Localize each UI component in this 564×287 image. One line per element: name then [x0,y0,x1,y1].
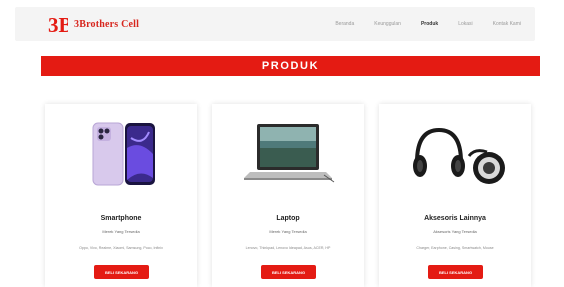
product-card-smartphone: Smartphone Merek Yang Tersedia Oppo, Viv… [45,104,197,287]
product-brands: Lenovo, Thinkpad, Lenovo Ideapad, Asus, … [245,246,331,250]
nav-link-beranda[interactable]: Beranda [335,21,354,27]
laptop-icon [212,118,364,190]
product-card-laptop: Laptop Merek Yang Tersedia Lenovo, Think… [212,104,364,287]
nav-links: Beranda Keunggulan Produk Lokasi Kontak … [315,7,521,41]
buy-now-button[interactable]: BELI SEKARANG [428,265,483,279]
product-subtitle: Aksesoris Yang Tersedia [433,229,477,234]
buy-now-button[interactable]: BELI SEKARANG [261,265,316,279]
product-title: Smartphone [100,215,142,222]
brand-logo: 3B [48,13,73,37]
svg-text:3B: 3B [48,13,68,35]
section-title: PRODUK [261,60,320,72]
product-subtitle: Merek Yang Tersedia [102,229,140,234]
brand-name: 3Brothers Cell [74,18,140,30]
product-card-aksesoris: Aksesoris Lainnya Aksesoris Yang Tersedi… [379,104,531,287]
product-brands: Charger, Earphone, Casing, Smartwatch, M… [416,246,494,250]
product-title: Laptop [276,215,300,222]
nav-link-keunggulan[interactable]: Keunggulan [374,21,401,27]
headphones-icon [379,118,531,190]
nav-link-lokasi[interactable]: Lokasi [458,21,472,27]
product-title: Aksesoris Lainnya [424,215,486,222]
brand[interactable]: 3B 3Brothers Cell [48,13,140,37]
smartphone-icon [45,118,197,190]
product-subtitle: Merek Yang Tersedia [269,229,307,234]
nav-link-kontak[interactable]: Kontak Kami [493,21,521,27]
product-brands: Oppo, Vivo, Realme, Xiaomi, Samsung, Poc… [79,246,163,250]
buy-now-button[interactable]: BELI SEKARANG [94,265,149,279]
nav-link-produk[interactable]: Produk [421,21,438,27]
section-banner: PRODUK [41,56,540,76]
navbar: 3B 3Brothers Cell Beranda Keunggulan Pro… [15,7,535,41]
